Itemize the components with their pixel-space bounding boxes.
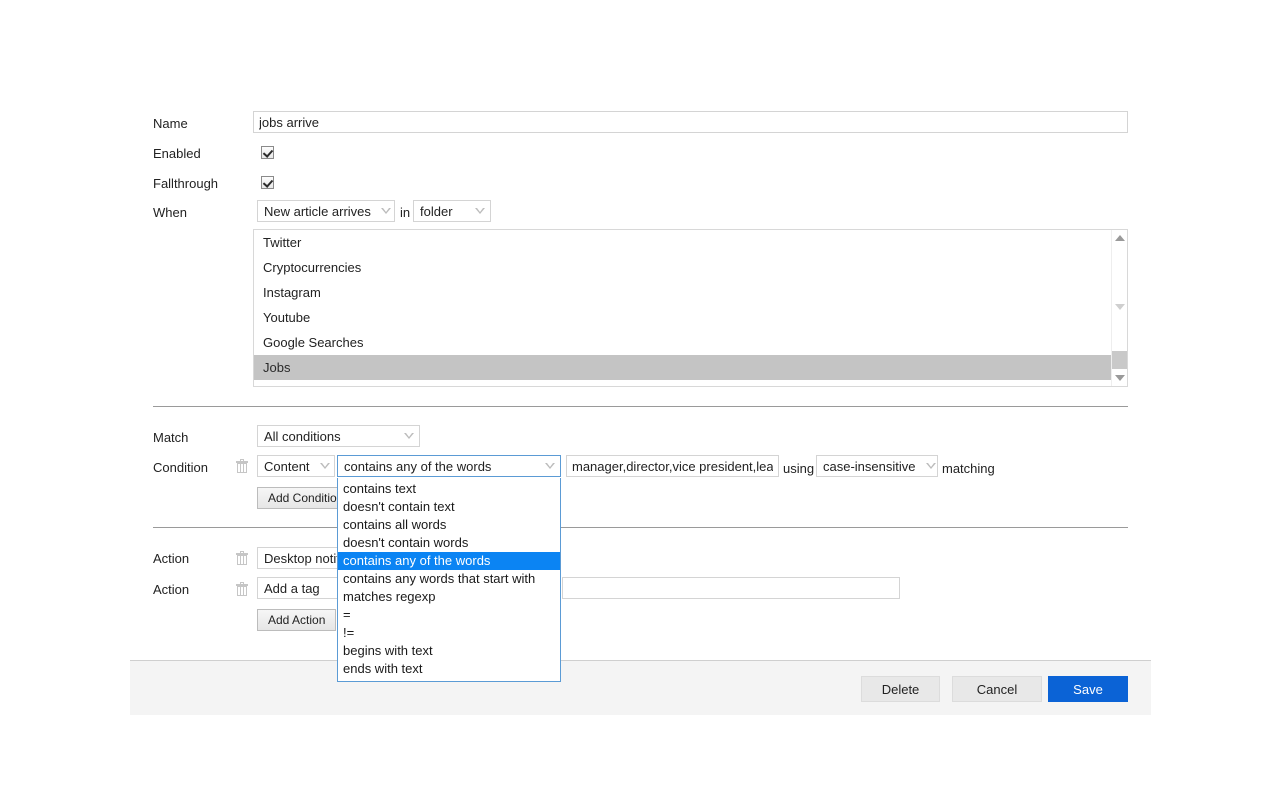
condition-case-select[interactable]: case-insensitive	[816, 455, 938, 477]
section-divider	[153, 527, 1128, 528]
condition-operator-dropdown[interactable]: contains text doesn't contain text conta…	[337, 478, 561, 682]
list-item[interactable]: Youtube	[254, 305, 1112, 330]
rule-editor-form: Name Enabled Fallthrough When New articl…	[0, 0, 1280, 800]
footer-bar: Delete Cancel Save	[130, 660, 1151, 715]
when-scope-value: folder	[420, 203, 453, 219]
name-label: Name	[153, 116, 188, 131]
condition-case-value: case-insensitive	[823, 458, 916, 474]
chevron-down-icon	[319, 463, 330, 469]
action-label: Action	[153, 582, 190, 597]
fallthrough-label: Fallthrough	[153, 176, 219, 191]
folder-listbox[interactable]: Twitter Cryptocurrencies Instagram Youtu…	[253, 229, 1128, 387]
chevron-down-icon	[475, 208, 485, 214]
match-select[interactable]: All conditions	[257, 425, 420, 447]
chevron-down-icon	[925, 463, 936, 469]
list-item[interactable]: Twitter	[254, 230, 1112, 255]
name-input[interactable]	[253, 111, 1128, 133]
when-trigger-select[interactable]: New article arrives	[257, 200, 395, 222]
dropdown-option[interactable]: ends with text	[338, 660, 560, 678]
list-item[interactable]: Google Searches	[254, 330, 1112, 355]
condition-matching-text: matching	[942, 461, 995, 476]
dropdown-option[interactable]: !=	[338, 624, 560, 642]
trash-icon[interactable]	[236, 582, 248, 596]
save-button[interactable]: Save	[1048, 676, 1128, 702]
enabled-checkbox[interactable]	[261, 146, 274, 159]
condition-field-select[interactable]: Content	[257, 455, 335, 477]
dropdown-option[interactable]: doesn't contain words	[338, 534, 560, 552]
dropdown-option[interactable]: =	[338, 606, 560, 624]
when-connector-text: in	[400, 205, 411, 220]
scrollbar-thumb[interactable]	[1112, 351, 1127, 369]
list-item[interactable]: Instagram	[254, 280, 1112, 305]
section-divider	[153, 406, 1128, 407]
trash-icon[interactable]	[236, 551, 248, 565]
chevron-down-icon	[545, 463, 555, 469]
action-value-input-2[interactable]	[562, 577, 900, 599]
scroll-up-icon[interactable]	[1115, 235, 1125, 241]
condition-using-text: using	[783, 461, 815, 476]
fallthrough-checkbox[interactable]	[261, 176, 274, 189]
chevron-down-icon	[380, 208, 391, 214]
list-item-selected[interactable]: Jobs	[254, 355, 1112, 380]
enabled-label: Enabled	[153, 146, 201, 161]
condition-label: Condition	[153, 460, 208, 475]
dropdown-option[interactable]: contains text	[338, 480, 560, 498]
dropdown-option[interactable]: contains any words that start with	[338, 570, 560, 588]
match-label: Match	[153, 430, 189, 445]
dropdown-option[interactable]: contains all words	[338, 516, 560, 534]
cancel-button[interactable]: Cancel	[952, 676, 1042, 702]
dropdown-option[interactable]: matches regexp	[338, 588, 560, 606]
add-action-button[interactable]: Add Action	[257, 609, 337, 631]
condition-field-value: Content	[264, 458, 310, 474]
scroll-mid-icon	[1115, 304, 1125, 310]
condition-operator-select[interactable]: contains any of the words	[337, 455, 561, 477]
action-label: Action	[153, 551, 190, 566]
folder-listbox-scrollbar[interactable]	[1111, 230, 1127, 386]
trash-icon[interactable]	[236, 459, 248, 473]
dropdown-option[interactable]: doesn't contain text	[338, 498, 560, 516]
list-item[interactable]: Cryptocurrencies	[254, 255, 1112, 280]
when-trigger-value: New article arrives	[264, 203, 371, 219]
when-label: When	[153, 205, 187, 220]
folder-listbox-items: Twitter Cryptocurrencies Instagram Youtu…	[254, 230, 1112, 380]
when-scope-select[interactable]: folder	[413, 200, 491, 222]
action-type-value-2: Add a tag	[264, 580, 320, 596]
dropdown-option-selected[interactable]: contains any of the words	[338, 552, 560, 570]
delete-button[interactable]: Delete	[861, 676, 940, 702]
condition-value-input[interactable]	[566, 455, 779, 477]
chevron-down-icon	[404, 433, 414, 439]
condition-operator-value: contains any of the words	[344, 458, 492, 474]
dropdown-option[interactable]: begins with text	[338, 642, 560, 660]
scroll-down-icon[interactable]	[1115, 375, 1125, 381]
match-value: All conditions	[264, 428, 341, 444]
